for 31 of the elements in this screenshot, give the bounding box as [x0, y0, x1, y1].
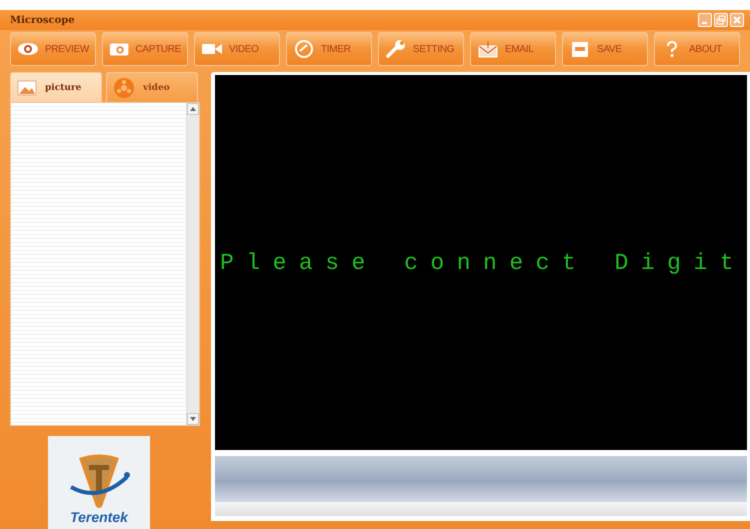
close-button[interactable] [730, 13, 744, 27]
connect-message: Please connect Digit [220, 250, 746, 276]
toolbar-button[interactable]: SETTING [378, 32, 464, 66]
picture-icon [17, 78, 37, 96]
tab[interactable]: video [106, 72, 198, 102]
restore-button[interactable] [714, 13, 728, 27]
clock-icon [293, 40, 315, 58]
scrollbar[interactable] [186, 103, 199, 425]
minimize-button[interactable] [698, 13, 712, 27]
eye-icon [17, 40, 39, 58]
window-title: Microscope [10, 14, 75, 26]
floppy-icon [569, 40, 591, 58]
toolbar-button[interactable]: SAVE [562, 32, 648, 66]
caret-down-icon [190, 417, 196, 421]
film-reel-icon [113, 76, 135, 98]
envelope-icon [477, 40, 499, 58]
wrench-icon [385, 40, 407, 58]
toolbar-button[interactable]: EMAIL [470, 32, 556, 66]
toolbar-button[interactable]: TIMER [286, 32, 372, 66]
caret-up-icon [190, 107, 196, 111]
scroll-up-button[interactable] [187, 103, 199, 115]
restore-icon [716, 15, 726, 25]
scroll-down-button[interactable] [187, 413, 199, 425]
tab[interactable]: picture [10, 72, 102, 102]
toolbar-button[interactable]: VIDEO [194, 32, 280, 66]
toolbar-button[interactable]: CAPTURE [102, 32, 188, 66]
logo-text: Terentek [70, 509, 128, 525]
toolbar-button[interactable]: ABOUT [654, 32, 740, 66]
toolbar-button[interactable]: PREVIEW [10, 32, 96, 66]
close-icon [733, 16, 741, 24]
logo-icon [67, 453, 131, 509]
